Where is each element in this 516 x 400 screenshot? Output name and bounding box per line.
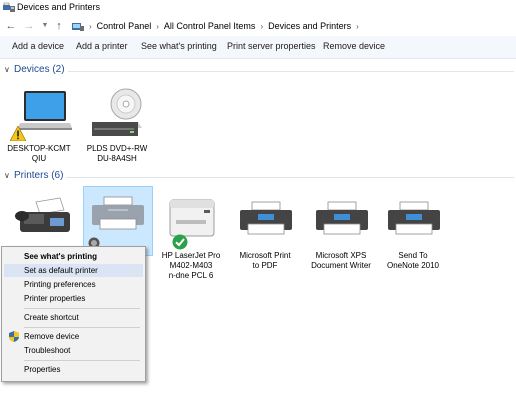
up-arrow-icon[interactable]: ↑ (52, 19, 66, 33)
menu-item-printing-preferences[interactable]: Printing preferences (4, 278, 143, 291)
printer-name-line3: n-dne PCL 6 (168, 271, 214, 280)
print-server-properties-button[interactable]: Print server properties (227, 41, 316, 51)
address-bar: ← → ▼ ↑ › Control Panel › All Control Pa… (0, 16, 516, 37)
menu-item-label: Set as default printer (24, 266, 98, 275)
printer-name-line2: M402-M403 (169, 261, 213, 270)
menu-item-see-whats-printing[interactable]: See what's printing (4, 250, 143, 263)
see-whats-printing-button[interactable]: See what's printing (141, 41, 217, 51)
device-name-line2: DU-8A4SH (97, 154, 137, 163)
dvd-drive-icon (92, 88, 142, 136)
printer-icon (92, 196, 144, 230)
menu-item-label: Printing preferences (24, 280, 96, 289)
printer-name-line1: HP LaserJet Pro (161, 251, 221, 260)
breadcrumb-separator: › (89, 21, 92, 31)
breadcrumb-separator[interactable]: › (356, 22, 359, 31)
device-name-line1: DESKTOP-KCMT (7, 144, 71, 153)
device-name-line1: PLDS DVD+-RW (86, 144, 148, 153)
printer-name-line1: Microsoft Print (239, 251, 291, 260)
menu-item-label: Remove device (24, 332, 80, 341)
menu-item-create-shortcut[interactable]: Create shortcut (4, 311, 143, 324)
printer-fax[interactable] (8, 194, 74, 244)
printer-name-line2: to PDF (252, 261, 278, 270)
menu-item-label: Printer properties (24, 294, 86, 303)
shield-icon (9, 331, 19, 342)
collapse-chevron-icon[interactable]: ∨ (4, 65, 10, 74)
menu-separator (24, 327, 140, 328)
section-divider (68, 71, 514, 72)
back-arrow-icon[interactable]: ← (4, 19, 18, 33)
menu-item-troubleshoot[interactable]: Troubleshoot (4, 344, 143, 357)
menu-separator (24, 308, 140, 309)
menu-item-label: Properties (24, 365, 61, 374)
add-printer-button[interactable]: Add a printer (76, 41, 128, 51)
breadcrumb-control-panel[interactable]: Control Panel (97, 21, 152, 31)
menu-item-label: Create shortcut (24, 313, 79, 322)
window-title: Devices and Printers (17, 2, 101, 12)
printer-send-to-onenote[interactable]: Send To OneNote 2010 (380, 194, 446, 274)
devices-section-label: Devices (2) (14, 64, 65, 75)
recent-locations-chevron-icon[interactable]: ▼ (38, 19, 52, 33)
printer-name-line2: OneNote 2010 (386, 261, 440, 270)
menu-item-remove-device[interactable]: Remove device (4, 330, 143, 343)
add-device-button[interactable]: Add a device (12, 41, 64, 51)
printer-hp-laserjet[interactable]: HP LaserJet Pro M402-M403 n-dne PCL 6 (158, 194, 224, 284)
breadcrumb-separator[interactable]: › (156, 22, 159, 31)
device-name-line2: QIU (31, 154, 47, 163)
breadcrumb-devices-printers[interactable]: Devices and Printers (268, 21, 351, 31)
printer-microsoft-print-to-pdf[interactable]: Microsoft Print to PDF (232, 194, 298, 274)
control-panel-icon (72, 22, 84, 31)
context-menu: See what's printing Set as default print… (1, 246, 146, 382)
title-bar: Devices and Printers (0, 0, 516, 16)
fax-machine-icon (15, 197, 70, 232)
device-dvd-drive[interactable]: PLDS DVD+-RW DU-8A4SH (84, 88, 150, 164)
breadcrumb-all-items[interactable]: All Control Panel Items (164, 21, 256, 31)
menu-item-label: Troubleshoot (24, 346, 71, 355)
printers-section-header[interactable]: ∨ Printers (6) (0, 170, 516, 184)
collapse-chevron-icon[interactable]: ∨ (4, 171, 10, 180)
printer-name-line2: Document Writer (311, 261, 371, 270)
printers-section-label: Printers (6) (14, 170, 64, 181)
command-bar: Add a device Add a printer See what's pr… (0, 36, 516, 59)
default-printer-check-icon (172, 234, 188, 250)
devices-section-header[interactable]: ∨ Devices (2) (0, 64, 516, 78)
section-divider (66, 177, 514, 178)
menu-item-printer-properties[interactable]: Printer properties (4, 292, 143, 305)
devices-printers-icon (3, 2, 15, 12)
breadcrumb-separator[interactable]: › (260, 22, 263, 31)
menu-item-set-default-printer[interactable]: Set as default printer (4, 264, 143, 277)
printer-name-line1: Send To (398, 251, 428, 260)
breadcrumb: › Control Panel › All Control Panel Item… (72, 19, 359, 33)
menu-item-label: See what's printing (24, 252, 98, 261)
printer-icon (388, 201, 440, 235)
printer-microsoft-xps-document-writer[interactable]: Microsoft XPS Document Writer (306, 194, 376, 274)
printer-icon (316, 201, 368, 235)
device-laptop[interactable]: DESKTOP-KCMT QIU (6, 88, 72, 164)
printer-icon (240, 201, 292, 235)
forward-arrow-icon[interactable]: → (22, 19, 36, 33)
printer-name-line1: Microsoft XPS (315, 251, 367, 260)
menu-separator (24, 360, 140, 361)
menu-item-properties[interactable]: Properties (4, 363, 143, 376)
remove-device-button[interactable]: Remove device (323, 41, 385, 51)
warning-icon (10, 126, 26, 141)
